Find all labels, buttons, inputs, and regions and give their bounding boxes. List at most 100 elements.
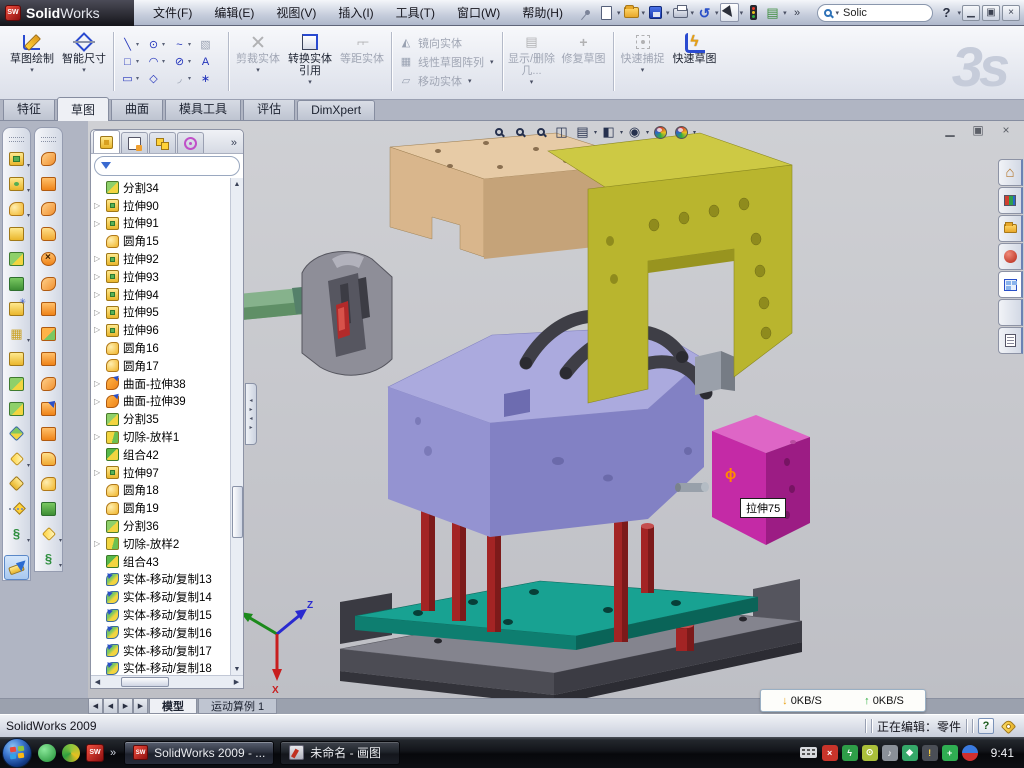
point-button[interactable]: ∗	[197, 71, 223, 87]
tree-item-15[interactable]: 组合42	[91, 446, 243, 464]
dimxpertmanager-tab[interactable]	[177, 132, 204, 153]
tree-item-23[interactable]: 实体-移动/复制14	[91, 588, 243, 606]
ribbon-tab-2[interactable]: 曲面	[111, 97, 163, 120]
menu-item-3[interactable]: 插入(I)	[327, 0, 384, 26]
open-icon[interactable]	[622, 3, 641, 22]
features-toolbar-icon-8[interactable]	[4, 346, 29, 371]
model-part-magenta-block[interactable]: ϕ	[712, 415, 810, 545]
tree-item-16[interactable]: ▷拉伸97	[91, 464, 243, 482]
spline-button[interactable]: ~▾	[171, 37, 197, 53]
features-toolbar-icon-3[interactable]	[4, 221, 29, 246]
doc-tab-1[interactable]: 运动算例 1	[198, 699, 277, 714]
zoom-to-fit-button[interactable]	[488, 123, 509, 141]
tree-item-7[interactable]: ▷拉伸95	[91, 304, 243, 322]
expand-arrow-icon[interactable]: ▷	[94, 308, 100, 317]
features-toolbar-icon-1[interactable]: ▾	[4, 171, 29, 196]
scroll-left-icon[interactable]: ◀	[91, 678, 104, 686]
ribbon-tab-1[interactable]: 草图	[57, 97, 109, 121]
hide-show-items-icon-dropdown[interactable]: ▾	[646, 129, 649, 136]
document-restore-button[interactable]: ▣	[968, 122, 988, 137]
features-toolbar-icon-7[interactable]: ▦▾	[4, 321, 29, 346]
design-library-tab[interactable]	[998, 187, 1023, 214]
line-button[interactable]: ╲▾	[119, 37, 145, 53]
expand-arrow-icon[interactable]: ▷	[94, 219, 100, 228]
quick-launch-overflow-icon[interactable]: »	[110, 747, 116, 759]
keyboard-layout-icon[interactable]	[800, 747, 817, 758]
help-icon[interactable]: ?	[943, 5, 951, 20]
menu-item-4[interactable]: 工具(T)	[385, 0, 446, 26]
rapid-button[interactable]: ϟ快速草图	[669, 28, 721, 95]
tree-item-26[interactable]: 实体-移动/复制17	[91, 642, 243, 660]
tree-item-19[interactable]: 分割36	[91, 517, 243, 535]
features-toolbar-icon-9[interactable]	[4, 371, 29, 396]
features-toolbar-icon-2[interactable]: ▾	[4, 196, 29, 221]
features-toolbar-icon-4[interactable]	[4, 246, 29, 271]
ribbon-tab-0[interactable]: 特征	[3, 97, 55, 120]
model-part-clamp[interactable]	[302, 251, 392, 375]
tree-item-12[interactable]: ▷曲面-拉伸39	[91, 393, 243, 411]
featuremanager-tab[interactable]	[93, 130, 120, 153]
convert-button[interactable]: 转换实体引用▾	[284, 28, 336, 95]
file-explorer-tab[interactable]	[998, 215, 1023, 242]
display-style-icon-dropdown[interactable]: ▾	[620, 129, 623, 136]
surfaces-toolbar-icon-10[interactable]	[36, 396, 61, 421]
tree-item-1[interactable]: ▷拉伸90	[91, 197, 243, 215]
surfaces-toolbar-icon-14[interactable]	[36, 496, 61, 521]
features-toolbar-icon-15[interactable]: §▾	[4, 521, 29, 546]
rectangle-button[interactable]: □▾	[119, 54, 145, 70]
save-icon-dropdown[interactable]: ▾	[666, 9, 670, 17]
appearances-scenes-tab[interactable]	[998, 299, 1023, 326]
spline-dropdown-icon[interactable]: ▾	[188, 41, 191, 48]
custom-properties-tab[interactable]	[998, 327, 1023, 354]
surfaces-toolbar-icon-9[interactable]	[36, 371, 61, 396]
tree-item-18[interactable]: 圆角19	[91, 499, 243, 517]
tree-item-4[interactable]: ▷拉伸92	[91, 250, 243, 268]
zoom-to-area-button[interactable]	[509, 123, 530, 141]
scroll-right-icon[interactable]: ▶	[230, 678, 243, 686]
features-toolbar-icon-10[interactable]	[4, 396, 29, 421]
quick-launch-ball-icon[interactable]	[62, 744, 80, 762]
surfaces-toolbar-icon-3[interactable]	[36, 221, 61, 246]
surfaces-toolbar-icon-1[interactable]	[36, 171, 61, 196]
horizontal-scroll-thumb[interactable]	[121, 677, 169, 687]
text-button[interactable]: A	[197, 54, 223, 70]
features-toolbar-icon-13[interactable]	[4, 471, 29, 496]
surfaces-toolbar-icon-8[interactable]	[36, 346, 61, 371]
graphics-viewport[interactable]: ϕ Y Z X ◫▤▾◧▾◉▾▾ ▁ ▣ ×	[88, 121, 1024, 698]
rebuild-traffic-light-icon[interactable]	[744, 3, 763, 22]
undo-icon-dropdown[interactable]: ▾	[715, 9, 719, 17]
menu-item-5[interactable]: 窗口(W)	[446, 0, 511, 26]
tree-item-5[interactable]: ▷拉伸93	[91, 268, 243, 286]
convert-dropdown-icon[interactable]: ▾	[308, 77, 312, 89]
circle-button[interactable]: ⊙▾	[145, 37, 171, 53]
select-cursor-icon-dropdown[interactable]: ▾	[740, 9, 744, 17]
features-toolbar-icon-16[interactable]	[4, 555, 29, 580]
expand-arrow-icon[interactable]: ▷	[94, 254, 100, 263]
tree-vertical-scrollbar[interactable]: ▲ ▼	[230, 178, 243, 675]
surfaces-toolbar-icon-0[interactable]	[36, 146, 61, 171]
expand-arrow-icon[interactable]: ▷	[94, 201, 100, 210]
solidworks-resources-tab[interactable]: ⌂	[998, 159, 1023, 186]
features-toolbar-icon-5[interactable]	[4, 271, 29, 296]
surfaces-toolbar-icon-15[interactable]: ▾	[36, 521, 61, 546]
view-orientation-icon-dropdown[interactable]: ▾	[594, 129, 597, 136]
sync-ball-icon[interactable]	[962, 745, 978, 761]
expand-arrow-icon[interactable]: ▷	[94, 290, 100, 299]
propertymanager-tab[interactable]	[121, 132, 148, 153]
scroll-up-icon[interactable]: ▲	[234, 178, 241, 190]
ribbon-tab-4[interactable]: 评估	[243, 97, 295, 120]
circle-dropdown-icon[interactable]: ▾	[162, 41, 165, 48]
undo-icon[interactable]: ↺	[695, 3, 714, 22]
panel-splitter-grip[interactable]: ◂▸◂▸	[245, 383, 257, 445]
apply-scene-icon-dropdown[interactable]: ▾	[693, 129, 696, 136]
expand-arrow-icon[interactable]: ▷	[94, 397, 100, 406]
search-box[interactable]: ▾ Solic	[817, 4, 933, 22]
features-toolbar-icon-12[interactable]: ▾	[4, 446, 29, 471]
expand-arrow-icon[interactable]: ▷	[94, 432, 100, 441]
features-toolbar-icon-6[interactable]	[4, 296, 29, 321]
nav-last-button[interactable]: ▶	[133, 699, 148, 714]
restore-button[interactable]: ▣	[982, 5, 1000, 21]
magnifier-button[interactable]	[530, 123, 551, 141]
ribbon-tab-3[interactable]: 模具工具	[165, 97, 241, 120]
surfaces-toolbar-icon-16[interactable]: §▾	[36, 546, 61, 571]
